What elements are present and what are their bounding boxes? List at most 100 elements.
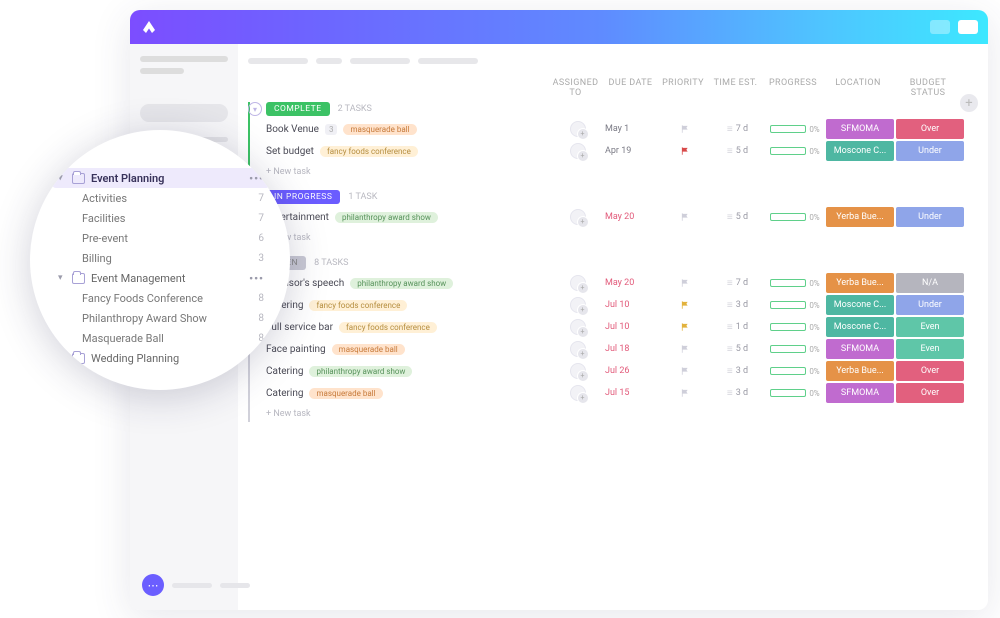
due-date[interactable]: May 1 [605, 124, 660, 134]
status-chip[interactable]: IN PROGRESS [266, 190, 340, 204]
assignee-avatar[interactable] [570, 363, 586, 379]
due-date[interactable]: Jul 10 [605, 300, 660, 310]
assignee-avatar[interactable] [570, 341, 586, 357]
priority-flag-icon[interactable] [680, 366, 690, 376]
due-date[interactable]: Jul 18 [605, 344, 660, 354]
task-row[interactable]: Catering philanthropy award show Jul 26 … [250, 360, 978, 382]
task-tag[interactable]: philanthropy award show [309, 366, 412, 377]
priority-flag-icon[interactable] [680, 146, 690, 156]
sidebar-folder[interactable]: ▾ Event Planning••• [52, 168, 270, 188]
time-estimate[interactable]: 3 d [710, 300, 765, 311]
space-pill[interactable] [140, 104, 228, 122]
progress-cell[interactable]: 0% [765, 213, 825, 222]
due-date[interactable]: Jul 10 [605, 322, 660, 332]
priority-flag-icon[interactable] [680, 300, 690, 310]
col-header[interactable]: DUE DATE [603, 78, 658, 98]
col-header[interactable]: PRIORITY [658, 78, 708, 98]
due-date[interactable]: Jul 15 [605, 388, 660, 398]
task-row[interactable]: Catering fancy foods conference Jul 10 3… [250, 294, 978, 316]
task-tag[interactable]: philanthropy award show [335, 212, 438, 223]
progress-cell[interactable]: 0% [765, 301, 825, 310]
task-tag[interactable]: masquerade ball [343, 124, 416, 135]
new-task-button[interactable]: + New task [250, 404, 978, 422]
time-estimate[interactable]: 3 d [710, 388, 765, 399]
new-task-button[interactable]: + New task [250, 228, 978, 246]
location-chip[interactable]: SFMOMA [826, 339, 894, 359]
progress-cell[interactable]: 0% [765, 389, 825, 398]
location-chip[interactable]: Moscone C... [826, 295, 894, 315]
col-header[interactable]: BUDGET STATUS [893, 78, 963, 98]
time-estimate[interactable]: 1 d [710, 322, 765, 333]
assignee-avatar[interactable] [570, 275, 586, 291]
due-date[interactable]: May 20 [605, 278, 660, 288]
progress-cell[interactable]: 0% [765, 323, 825, 332]
task-title[interactable]: Face painting [266, 344, 326, 355]
location-chip[interactable]: Yerba Bue... [826, 361, 894, 381]
assignee-avatar[interactable] [570, 385, 586, 401]
window-button[interactable] [958, 20, 978, 34]
due-date[interactable]: Jul 26 [605, 366, 660, 376]
budget-status-chip[interactable]: Under [896, 141, 964, 161]
budget-status-chip[interactable]: Under [896, 207, 964, 227]
budget-status-chip[interactable]: Over [896, 361, 964, 381]
priority-flag-icon[interactable] [680, 388, 690, 398]
sidebar-item[interactable]: Masquerade Ball8 [52, 328, 270, 348]
task-title[interactable]: Full service bar [266, 322, 333, 333]
progress-cell[interactable]: 0% [765, 147, 825, 156]
col-header[interactable]: PROGRESS [763, 78, 823, 98]
location-chip[interactable]: Moscone C... [826, 141, 894, 161]
assignee-avatar[interactable] [570, 121, 586, 137]
more-icon[interactable]: ••• [249, 272, 264, 285]
time-estimate[interactable]: 7 d [710, 124, 765, 135]
col-header[interactable]: LOCATION [823, 78, 893, 98]
task-tag[interactable]: fancy foods conference [309, 300, 407, 311]
task-row[interactable]: Full service bar fancy foods conference … [250, 316, 978, 338]
time-estimate[interactable]: 5 d [710, 344, 765, 355]
time-estimate[interactable]: 7 d [710, 278, 765, 289]
budget-status-chip[interactable]: Over [896, 119, 964, 139]
progress-cell[interactable]: 0% [765, 367, 825, 376]
location-chip[interactable]: Yerba Bue... [826, 273, 894, 293]
priority-flag-icon[interactable] [680, 278, 690, 288]
sidebar-item[interactable]: Facilities7 [52, 208, 270, 228]
location-chip[interactable]: Yerba Bue... [826, 207, 894, 227]
task-tag[interactable]: fancy foods conference [339, 322, 437, 333]
assignee-avatar[interactable] [570, 297, 586, 313]
sidebar-item[interactable]: Fancy Foods Conference8 [52, 288, 270, 308]
task-tag[interactable]: philanthropy award show [350, 278, 453, 289]
due-date[interactable]: May 20 [605, 212, 660, 222]
task-tag[interactable]: masquerade ball [309, 388, 382, 399]
sidebar-folder[interactable]: ▾ Event Management••• [52, 268, 270, 288]
time-estimate[interactable]: 5 d [710, 212, 765, 223]
due-date[interactable]: Apr 19 [605, 146, 660, 156]
task-row[interactable]: Sponsor's speech philanthropy award show… [250, 272, 978, 294]
task-title[interactable]: Catering [266, 388, 303, 399]
budget-status-chip[interactable]: Even [896, 339, 964, 359]
location-chip[interactable]: SFMOMA [826, 383, 894, 403]
sidebar-item[interactable]: Pre-event6 [52, 228, 270, 248]
task-tag[interactable]: masquerade ball [332, 344, 405, 355]
task-row[interactable]: Catering masquerade ball Jul 15 3 d 0% S… [250, 382, 978, 404]
task-row[interactable]: Book Venue 3masquerade ball May 1 7 d 0%… [250, 118, 978, 140]
col-header[interactable]: TIME EST. [708, 78, 763, 98]
task-title[interactable]: Set budget [266, 146, 314, 157]
sidebar-item[interactable]: Activities7 [52, 188, 270, 208]
task-title[interactable]: Catering [266, 366, 303, 377]
progress-cell[interactable]: 0% [765, 279, 825, 288]
time-estimate[interactable]: 3 d [710, 366, 765, 377]
progress-cell[interactable]: 0% [765, 345, 825, 354]
window-button[interactable] [930, 20, 950, 34]
sidebar-item[interactable]: Billing3 [52, 248, 270, 268]
priority-flag-icon[interactable] [680, 344, 690, 354]
location-chip[interactable]: Moscone C... [826, 317, 894, 337]
chat-fab-icon[interactable]: ⋯ [142, 574, 164, 596]
task-title[interactable]: Book Venue [266, 124, 319, 135]
progress-cell[interactable]: 0% [765, 125, 825, 134]
assignee-avatar[interactable] [570, 209, 586, 225]
task-row[interactable]: Face painting masquerade ball Jul 18 5 d… [250, 338, 978, 360]
collapse-group-button[interactable]: ▾ [248, 102, 262, 116]
budget-status-chip[interactable]: N/A [896, 273, 964, 293]
priority-flag-icon[interactable] [680, 212, 690, 222]
task-row[interactable]: Set budget fancy foods conference Apr 19… [250, 140, 978, 162]
assignee-avatar[interactable] [570, 143, 586, 159]
